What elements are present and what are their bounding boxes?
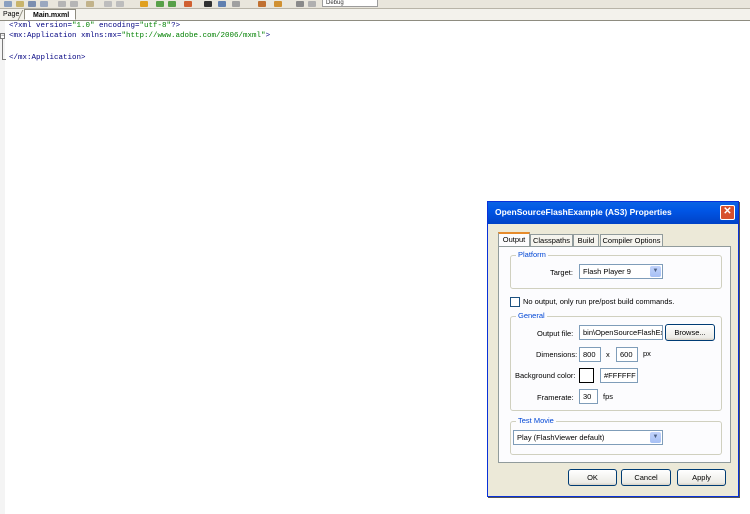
target-label: Target: xyxy=(550,268,573,277)
find-icon[interactable] xyxy=(156,1,164,7)
code-line-4[interactable]: </mx:Application> xyxy=(9,53,86,63)
tab-build[interactable]: Build xyxy=(573,234,599,246)
platform-legend: Platform xyxy=(516,250,548,259)
properties-dialog: OpenSourceFlashExample (AS3) Properties … xyxy=(487,201,739,497)
no-output-label: No output, only run pre/post build comma… xyxy=(523,297,675,306)
code-line-1[interactable]: <?xml version="1.0" encoding="utf-8"?> xyxy=(9,21,180,31)
background-color-label: Background color: xyxy=(515,371,576,380)
test-movie-value: Play (FlashViewer default) xyxy=(517,433,605,442)
bookmark-icon[interactable] xyxy=(140,1,148,7)
code-token: "utf-8" xyxy=(139,22,172,30)
configuration-combo[interactable]: Debug xyxy=(322,0,378,7)
redo-icon[interactable] xyxy=(116,1,124,7)
height-field[interactable]: 600 xyxy=(616,347,638,362)
tab-classpaths[interactable]: Classpaths xyxy=(530,234,573,246)
output-tab-panel: Platform Target: Flash Player 9 ▼ No out… xyxy=(498,246,731,463)
ok-button[interactable]: OK xyxy=(568,469,617,486)
dimensions-label: Dimensions: xyxy=(536,350,578,359)
clean-icon[interactable] xyxy=(308,1,316,7)
goto-icon[interactable] xyxy=(184,1,192,7)
cut-icon[interactable] xyxy=(58,1,66,7)
project-properties-icon[interactable] xyxy=(296,1,304,7)
code-token: encoding= xyxy=(94,22,140,30)
fold-line xyxy=(2,39,3,59)
save-all-icon[interactable] xyxy=(40,1,48,7)
paste-icon[interactable] xyxy=(86,1,94,7)
general-legend: General xyxy=(516,311,547,320)
dialog-titlebar[interactable]: OpenSourceFlashExample (AS3) Properties … xyxy=(488,202,738,224)
code-line-2[interactable]: <mx:Application xmlns:mx="http://www.ado… xyxy=(9,31,270,41)
platform-group: Platform Target: Flash Player 9 ▼ xyxy=(510,250,722,289)
output-file-label: Output file: xyxy=(537,329,574,338)
editor-gutter xyxy=(0,21,5,514)
code-token: ?> xyxy=(171,22,181,30)
code-token: <?xml version= xyxy=(9,22,73,30)
code-token: "1.0" xyxy=(72,22,95,30)
close-button[interactable]: ✕ xyxy=(720,205,735,220)
replace-icon[interactable] xyxy=(168,1,176,7)
test-movie-select[interactable]: Play (FlashViewer default) ▼ xyxy=(513,430,663,445)
build-icon[interactable] xyxy=(258,1,266,7)
general-group: General Output file: bin\OpenSourceFlash… xyxy=(510,311,722,411)
save-icon[interactable] xyxy=(28,1,36,7)
no-output-checkbox[interactable] xyxy=(510,297,520,307)
document-tabs: Page Main.mxml xyxy=(0,9,750,21)
fps-label: fps xyxy=(603,392,614,401)
target-value: Flash Player 9 xyxy=(583,267,631,276)
layout-icon[interactable] xyxy=(218,1,226,7)
code-token: "http://www.adobe.com/2006/mxml" xyxy=(121,32,266,40)
width-field[interactable]: 800 xyxy=(579,347,601,362)
code-token: > xyxy=(265,32,271,40)
framerate-label: Framerate: xyxy=(537,393,574,402)
chevron-down-icon: ▼ xyxy=(650,432,661,443)
target-select[interactable]: Flash Player 9 ▼ xyxy=(579,264,663,279)
output-file-field[interactable]: bin\OpenSourceFlashEx... xyxy=(579,325,663,340)
code-token: <mx:Application xmlns:mx= xyxy=(9,32,122,40)
tab-compiler-options[interactable]: Compiler Options xyxy=(600,234,663,246)
px-label: px xyxy=(643,349,651,358)
dialog-title: OpenSourceFlashExample (AS3) Properties xyxy=(495,207,672,217)
browse-button[interactable]: Browse... xyxy=(665,324,715,341)
framerate-field[interactable]: 30 xyxy=(579,389,598,404)
cancel-button[interactable]: Cancel xyxy=(621,469,671,486)
toggle-panel-icon[interactable] xyxy=(204,1,212,7)
open-file-icon[interactable] xyxy=(16,1,24,7)
dimensions-x-label: x xyxy=(606,350,610,359)
new-file-icon[interactable] xyxy=(4,1,12,7)
tab-main-mxml[interactable]: Main.mxml xyxy=(24,9,76,20)
apply-button[interactable]: Apply xyxy=(677,469,726,486)
background-color-field[interactable]: #FFFFFF xyxy=(600,368,638,383)
settings-icon[interactable] xyxy=(232,1,240,7)
copy-icon[interactable] xyxy=(70,1,78,7)
chevron-down-icon: ▼ xyxy=(650,266,661,277)
background-color-swatch[interactable] xyxy=(579,368,594,383)
test-movie-legend: Test Movie xyxy=(516,416,556,425)
toolbar: Debug xyxy=(0,0,750,9)
tab-output[interactable]: Output xyxy=(498,232,530,247)
test-movie-group: Test Movie Play (FlashViewer default) ▼ xyxy=(510,416,722,455)
fold-end xyxy=(2,59,6,60)
test-movie-icon[interactable] xyxy=(274,1,282,7)
undo-icon[interactable] xyxy=(104,1,112,7)
